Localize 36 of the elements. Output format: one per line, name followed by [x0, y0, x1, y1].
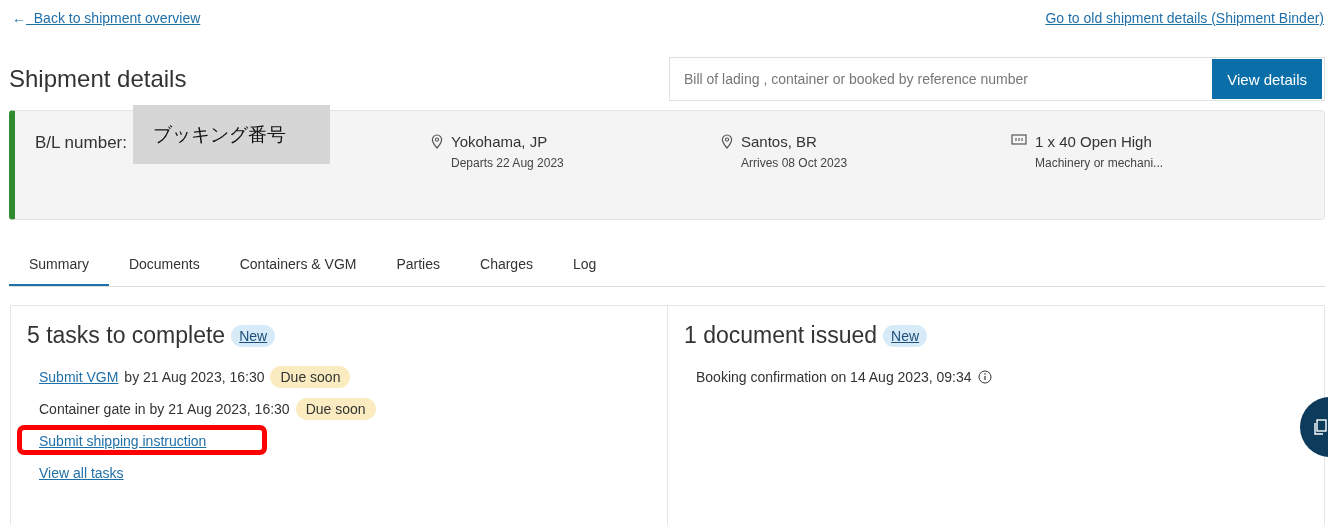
search-field[interactable]: Bill of lading , container or booked by reference number View details	[669, 57, 1325, 101]
new-badge[interactable]: New	[231, 324, 276, 347]
bl-number-label: B/L number:	[35, 133, 127, 152]
view-details-button[interactable]: View details	[1212, 59, 1322, 99]
leg-detail: Arrives 08 Oct 2023	[741, 156, 848, 170]
tab[interactable]: Summary	[9, 246, 109, 286]
tab[interactable]: Log	[552, 246, 617, 286]
leg-detail: Departs 22 Aug 2023	[451, 156, 564, 170]
tab[interactable]: Containers & VGM	[219, 246, 377, 286]
page-title: Shipment details	[9, 65, 187, 93]
panel-title: 5 tasks to complete	[27, 322, 226, 349]
leg-title: Yokohama, JP	[451, 133, 549, 150]
tab[interactable]: Parties	[376, 246, 460, 286]
due-badge: Due soon	[295, 398, 376, 420]
leg-title: 1 x 40 Open High	[1035, 133, 1153, 150]
view-all-link[interactable]: View all tasks	[39, 465, 124, 481]
annotation-label: ブッキング番号	[133, 105, 330, 164]
location-pin-icon	[721, 134, 733, 149]
due-badge: Due soon	[270, 366, 351, 388]
document-text: Booking confirmation on 14 Aug 2023, 09:34	[696, 369, 972, 385]
tab[interactable]: Charges	[460, 246, 553, 286]
tab[interactable]: Documents	[108, 246, 220, 286]
info-icon[interactable]	[977, 370, 992, 384]
old-details-link[interactable]: Go to old shipment details (Shipment Binder)	[1045, 10, 1324, 32]
leg-detail: Machinery or mechani...	[1035, 156, 1164, 170]
task-link[interactable]: Submit shipping instruction	[39, 433, 207, 449]
leg-title: Santos, BR	[741, 133, 818, 150]
task-text: by 21 Aug 2023, 16:30	[124, 369, 265, 385]
task-link[interactable]: Submit VGM	[39, 369, 119, 385]
panel-title: 1 document issued	[684, 322, 878, 349]
new-badge[interactable]: New	[883, 324, 928, 347]
back-link[interactable]: ← Back to shipment overview	[12, 10, 201, 32]
document-icon	[1314, 419, 1328, 435]
task-text: Container gate in by 21 Aug 2023, 16:30	[39, 401, 290, 417]
container-icon	[1011, 134, 1027, 146]
location-pin-icon	[431, 134, 443, 149]
